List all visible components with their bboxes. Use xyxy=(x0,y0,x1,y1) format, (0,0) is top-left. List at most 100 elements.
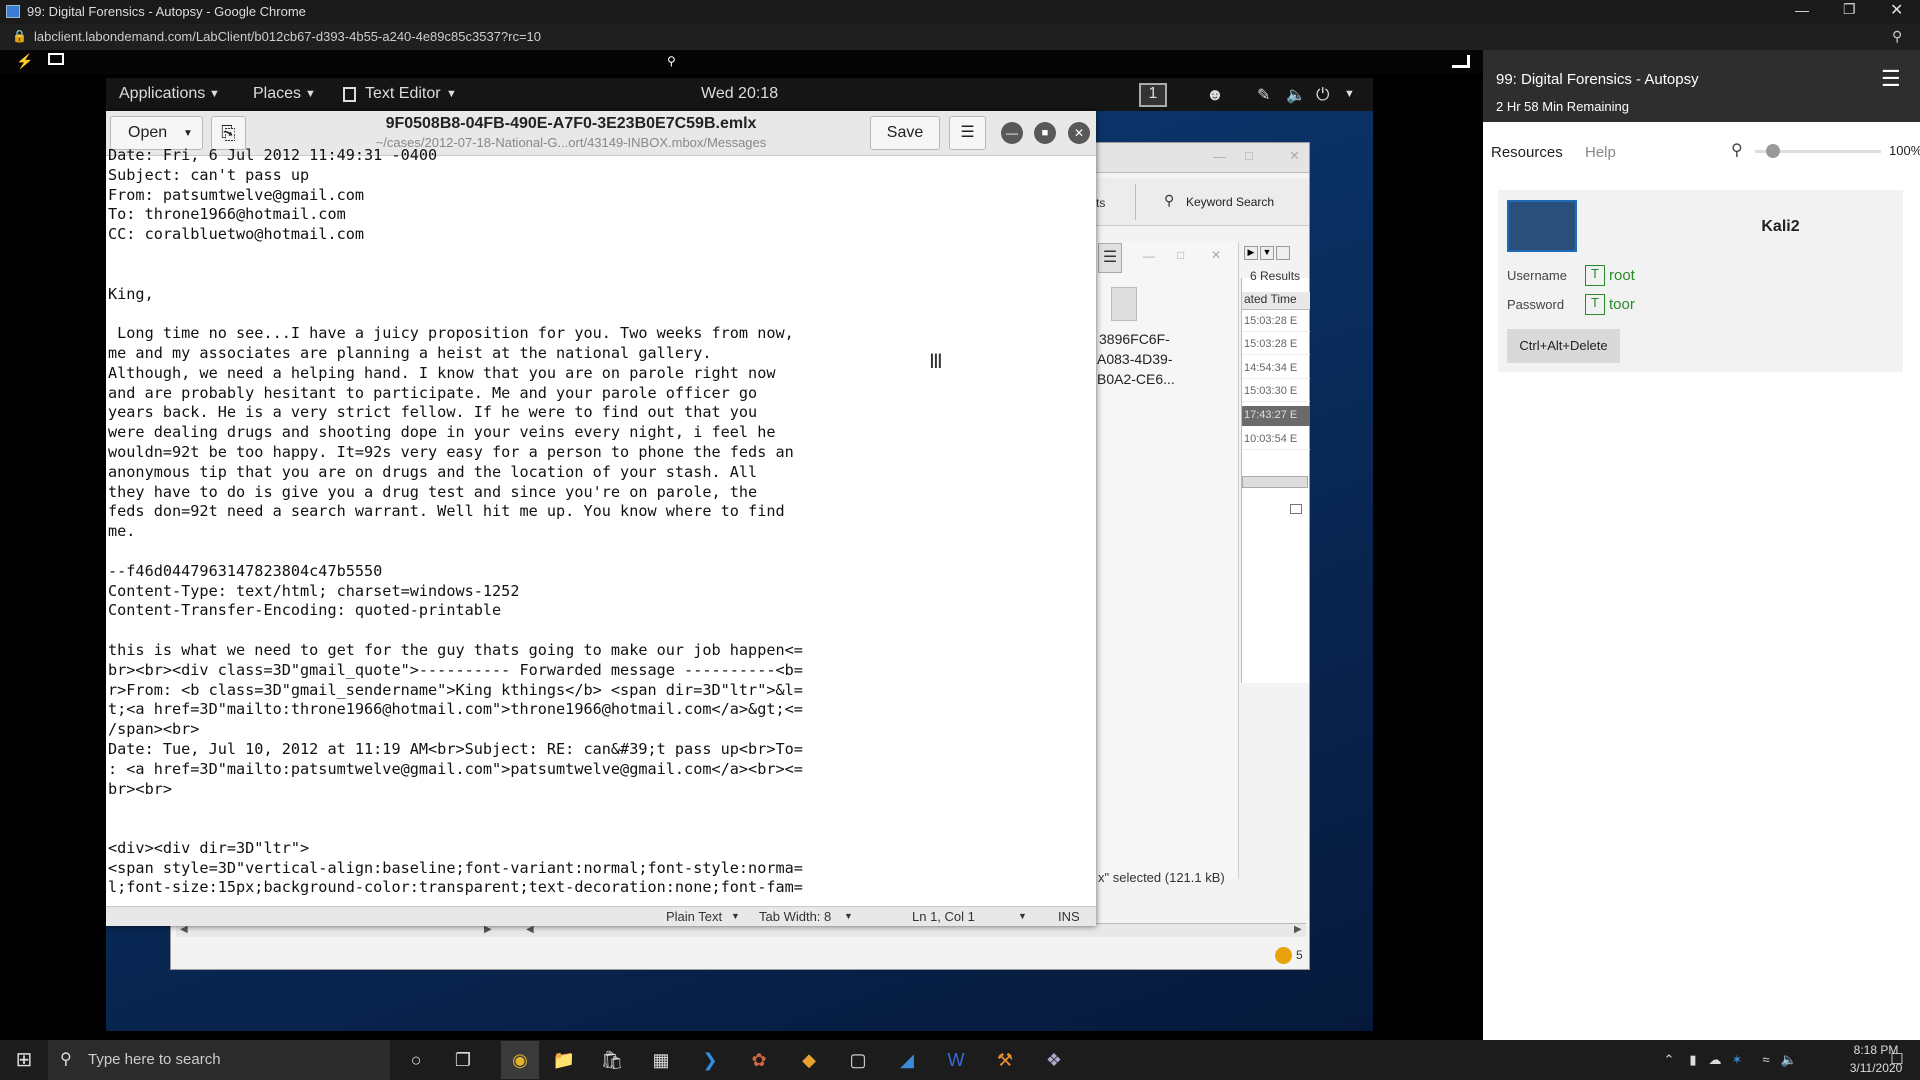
pinned-app-icon[interactable]: ❖ xyxy=(1041,1048,1067,1072)
tab-width-selector[interactable]: Tab Width: 8 xyxy=(759,909,831,924)
ctrl-alt-delete-button[interactable]: Ctrl+Alt+Delete xyxy=(1507,329,1620,363)
open-button[interactable]: Open ▼ xyxy=(110,116,203,150)
search-icon: ⚲ xyxy=(60,1051,72,1068)
password-label: Password xyxy=(1507,297,1565,312)
text-editor-window[interactable]: Open ▼ ⎘ 9F0508B8-04FB-490E-A7F0-3E23B0E… xyxy=(106,111,1096,926)
editor-text-line: and are probably hesitant to participate… xyxy=(108,383,758,402)
notification-icon[interactable] xyxy=(1275,947,1292,964)
cursor-position[interactable]: Ln 1, Col 1 xyxy=(912,909,975,924)
editor-text-line: me. xyxy=(108,522,136,541)
results-panel: ▶ ▼ 6 Results ated Time 15:03:28 E 15:03… xyxy=(1241,246,1310,683)
url-text[interactable]: labclient.labondemand.com/LabClient/b012… xyxy=(34,29,541,44)
editor-text-line: br><br> xyxy=(108,779,173,798)
monitor-icon[interactable] xyxy=(48,53,64,65)
tab-resources[interactable]: Resources xyxy=(1491,144,1563,161)
store-icon[interactable]: 🛍 xyxy=(599,1048,625,1072)
minimize-window-button[interactable]: — xyxy=(1795,2,1809,18)
applications-menu[interactable]: Applications xyxy=(119,85,205,103)
windows-taskbar: ⊞ ⚲ Type here to search ○ ❐ ◉ 📁 🛍 ▦ ❯ ✿ … xyxy=(0,1040,1920,1080)
people-icon[interactable]: ☻ xyxy=(1206,85,1224,105)
editor-text-area[interactable]: Date: Fri, 6 Jul 2012 11:49:31 -0400 Subj… xyxy=(106,146,1096,896)
nav-maximize-icon[interactable] xyxy=(1276,246,1290,260)
autopsy-minimize-icon[interactable]: — xyxy=(1213,149,1226,164)
password-value[interactable]: toor xyxy=(1609,296,1635,313)
virtualbox-icon[interactable]: ▢ xyxy=(845,1048,871,1072)
viewer-minimize-icon[interactable]: — xyxy=(1143,249,1155,263)
vscode-icon[interactable]: ❯ xyxy=(697,1048,723,1072)
word-icon[interactable]: W xyxy=(943,1048,969,1072)
scrollbar-right-icon[interactable]: ▶ xyxy=(1294,924,1302,935)
task-view-icon[interactable]: ❐ xyxy=(450,1048,476,1072)
calculator-icon[interactable]: ▦ xyxy=(648,1048,674,1072)
editor-maximize-icon[interactable]: ■ xyxy=(1034,122,1056,144)
editor-text-line: Content-Type: text/html; charset=windows… xyxy=(108,581,520,600)
table-row-selected[interactable]: 17:43:27 E xyxy=(1242,406,1310,426)
keyword-search-button[interactable]: Keyword Search xyxy=(1186,195,1274,209)
table-row[interactable]: 15:03:28 E xyxy=(1242,335,1310,355)
hamburger-menu-button[interactable]: ☰ xyxy=(949,116,986,150)
search-placeholder[interactable]: Type here to search xyxy=(88,1051,221,1068)
action-center-icon[interactable]: ☐ xyxy=(1884,1048,1910,1072)
viewer-menu-button[interactable]: ☰ xyxy=(1098,243,1122,273)
zoom-slider-thumb[interactable] xyxy=(1766,144,1781,158)
close-window-button[interactable]: ✕ xyxy=(1890,0,1903,20)
lab-menu-icon[interactable]: ☰ xyxy=(1881,66,1901,92)
editor-text-line: <span style=3D"vertical-align:baseline;f… xyxy=(108,858,803,877)
taskbar-search[interactable]: ⚲ Type here to search xyxy=(48,1040,390,1080)
tab-separator xyxy=(1135,184,1136,220)
table-row[interactable]: 10:03:54 E xyxy=(1242,430,1310,450)
cortana-icon[interactable]: ○ xyxy=(403,1048,429,1072)
pen-icon[interactable]: ✎ xyxy=(1257,85,1270,105)
editor-text-line xyxy=(108,304,1096,324)
editor-close-icon[interactable]: ✕ xyxy=(1068,122,1090,144)
zoom-slider[interactable] xyxy=(1755,144,1881,158)
address-bar[interactable]: 🔒 labclient.labondemand.com/LabClient/b0… xyxy=(0,24,1920,50)
viewer-maximize-icon[interactable]: □ xyxy=(1177,248,1184,262)
editor-text-line: CC: coralbluetwo@hotmail.com xyxy=(108,225,365,244)
pin-icon[interactable]: ⚲ xyxy=(667,54,676,68)
chrome-icon[interactable]: ◉ xyxy=(501,1041,539,1079)
tray-chevron-icon[interactable]: ⌃ xyxy=(1656,1048,1682,1072)
sharepoint-icon[interactable]: ◢ xyxy=(894,1048,920,1072)
tab-help[interactable]: Help xyxy=(1585,144,1616,161)
type-text-icon[interactable]: T xyxy=(1585,294,1605,315)
column-header-time[interactable]: ated Time xyxy=(1242,292,1310,310)
clock[interactable]: Wed 20:18 xyxy=(701,85,778,103)
autopsy-close-icon[interactable]: ✕ xyxy=(1289,148,1300,164)
horizontal-scrollbar[interactable] xyxy=(1242,476,1308,488)
editor-text-line xyxy=(108,819,1096,839)
slack-icon[interactable]: ✿ xyxy=(746,1048,772,1072)
browser-zoom-icon[interactable]: ⚲ xyxy=(1892,28,1902,45)
viewer-close-icon[interactable]: ✕ xyxy=(1211,248,1221,262)
nav-dropdown-icon[interactable]: ▼ xyxy=(1260,246,1274,260)
table-row[interactable]: 15:03:30 E xyxy=(1242,382,1310,402)
type-text-icon[interactable]: T xyxy=(1585,265,1605,286)
save-button[interactable]: Save xyxy=(870,116,940,150)
bluetooth-icon[interactable]: ✶ xyxy=(1724,1048,1750,1072)
vm-card: Kali2 Username T root Password T toor Ct… xyxy=(1498,190,1903,372)
tab-width-chevron-icon: ▼ xyxy=(844,911,853,921)
editor-text-line: wouldn=92t be too happy. It=92s very eas… xyxy=(108,442,794,461)
table-row[interactable]: 14:54:34 E xyxy=(1242,359,1310,379)
new-document-button[interactable]: ⎘ xyxy=(211,116,246,150)
autopsy-maximize-icon[interactable]: □ xyxy=(1245,148,1253,163)
power-icon[interactable]: ⏻ xyxy=(1316,85,1329,105)
tools-icon[interactable]: ⚒ xyxy=(992,1048,1018,1072)
git-icon[interactable]: ◆ xyxy=(796,1048,822,1072)
text-editor-menu[interactable]: Text Editor xyxy=(365,85,441,103)
file-explorer-icon[interactable]: 📁 xyxy=(551,1048,577,1072)
volume-icon[interactable]: 🔈 xyxy=(1776,1048,1802,1072)
lightning-icon[interactable]: ⚡ xyxy=(16,53,33,70)
editor-minimize-icon[interactable]: — xyxy=(1001,122,1023,144)
autopsy-tab-partial[interactable]: ts xyxy=(1096,196,1105,210)
speaker-icon[interactable]: 🔈 xyxy=(1286,85,1306,105)
workspace-indicator[interactable]: 1 xyxy=(1139,83,1167,107)
windows-start-icon[interactable]: ⊞ xyxy=(11,1048,37,1072)
lower-panel-minimize-icon[interactable] xyxy=(1290,504,1302,514)
nav-right-icon[interactable]: ▶ xyxy=(1244,246,1258,260)
places-menu[interactable]: Places xyxy=(253,85,301,103)
username-value[interactable]: root xyxy=(1609,267,1635,284)
language-selector[interactable]: Plain Text xyxy=(666,909,722,924)
restore-window-button[interactable]: ❐ xyxy=(1843,1,1856,18)
table-row[interactable]: 15:03:28 E xyxy=(1242,312,1310,332)
